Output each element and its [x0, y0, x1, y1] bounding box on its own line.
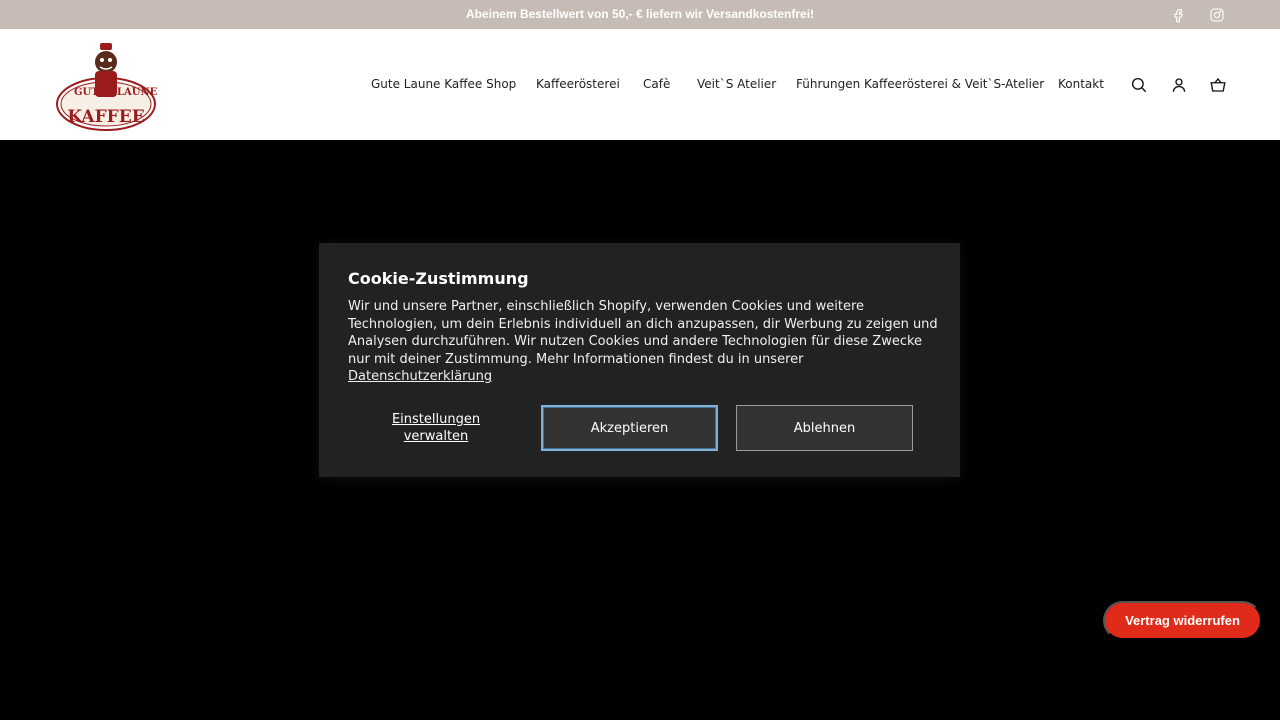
announcement-text: Abeinem Bestellwert von 50,- € liefern w… — [465, 7, 815, 21]
withdraw-contract-button[interactable]: Vertrag widerrufen — [1103, 601, 1262, 640]
nav-item-kontakt[interactable]: Kontakt — [1058, 77, 1104, 91]
site-header: GUTE LAUNE KAFFEE Gute Laune Kaffee Shop… — [0, 29, 1280, 140]
manage-settings-button[interactable]: Einstellungen verwalten — [379, 411, 493, 445]
nav-item-atelier[interactable]: Veit`S Atelier — [697, 77, 776, 91]
announcement-bar: Abeinem Bestellwert von 50,- € liefern w… — [0, 0, 1280, 29]
cookie-body: Wir und unsere Partner, einschließlich S… — [348, 298, 938, 386]
gute-laune-kaffee-logo[interactable]: GUTE LAUNE KAFFEE — [55, 40, 158, 132]
nav-item-fuehrungen[interactable]: Führungen Kaffeerösterei & Veit`S-Atelie… — [796, 77, 1044, 91]
logo-text-kaffee: KAFFEE — [67, 107, 144, 127]
account-icon[interactable] — [1170, 76, 1188, 94]
accept-button[interactable]: Akzeptieren — [541, 405, 718, 451]
cookie-title: Cookie-Zustimmung — [348, 269, 529, 288]
cookie-body-text: Wir und unsere Partner, einschließlich S… — [348, 299, 938, 367]
nav-item-shop[interactable]: Gute Laune Kaffee Shop — [371, 77, 516, 91]
cookie-consent-dialog: Cookie-Zustimmung Wir und unsere Partner… — [319, 243, 960, 477]
nav-item-cafe[interactable]: Cafè — [643, 77, 670, 91]
facebook-icon[interactable] — [1168, 5, 1188, 25]
cart-icon[interactable] — [1209, 76, 1227, 94]
nav-item-kaffeeroesterei[interactable]: Kaffeerösterei — [536, 77, 620, 91]
privacy-policy-link[interactable]: Datenschutzerklärung — [348, 369, 492, 384]
search-icon[interactable] — [1130, 76, 1148, 94]
logo-text-laune: LAUNE — [117, 87, 157, 98]
decline-button[interactable]: Ablehnen — [736, 405, 913, 451]
instagram-icon[interactable] — [1207, 5, 1227, 25]
logo-text-gute: GUTE — [74, 87, 107, 98]
